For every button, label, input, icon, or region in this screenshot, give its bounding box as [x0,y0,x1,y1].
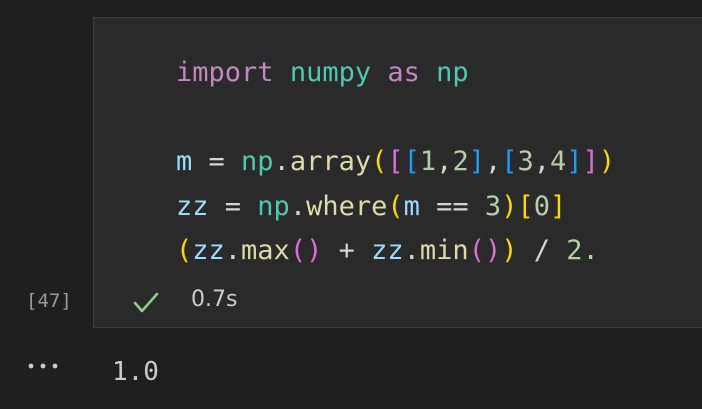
code-token: array [289,146,372,177]
code-token: where [306,190,388,222]
code-token: 0 [533,190,550,222]
code-token: . [403,235,420,266]
execution-duration: 0.7s [191,287,238,312]
code-token: zz [192,235,225,266]
code-line: m = np.array([[1,2],[3,4]]) [176,140,615,185]
code-token: . [273,146,290,177]
cell-output: 1.0 [112,357,159,387]
code-token: 4 [550,146,567,177]
code-token: ] [566,146,583,177]
code-token: 3 [484,190,502,222]
code-token: ] [582,146,599,177]
code-token: , [484,146,502,177]
code-token: [ [517,190,534,222]
code-token: ] [549,190,567,222]
ellipsis-icon[interactable] [26,360,62,372]
code-token: ) [501,235,518,266]
code-token: 2 [452,146,469,177]
code-token: ( [371,146,388,177]
code-token: ) [501,190,518,222]
code-line: (zz.max() + zz.min()) / 2. [176,229,615,274]
code-token: [ [387,146,404,177]
code-token: min [419,235,469,266]
code-token: 1 [419,146,437,177]
code-line: zz = np.where(m == 3)[0] [176,185,615,230]
execution-count: [47] [26,290,72,312]
code-token: ( [387,190,404,222]
code-token: , [533,146,551,177]
code-token: ] [468,146,485,177]
code-token: import [176,57,274,88]
code-token: np [257,190,290,222]
code-token: ( [176,235,193,266]
code-token: = [192,146,242,177]
code-token: [ [403,146,420,177]
code-cell[interactable]: import numpy as np m = np.array([[1,2],[3… [93,17,702,328]
code-token: zz [371,235,404,266]
code-token: == [419,190,485,222]
code-token: m [176,146,193,177]
code-token: , [436,146,453,177]
code-token: . [224,235,242,266]
code-token: = [208,190,258,222]
code-token: () [289,235,323,266]
code-token: 2. [566,235,599,266]
code-token: np [436,57,469,88]
code-token: () [468,235,502,266]
code-editor[interactable]: import numpy as np m = np.array([[1,2],[3… [176,51,615,274]
code-token: + [322,235,372,266]
code-token: as [387,57,420,88]
code-token: m [403,190,420,222]
code-token: 3 [517,146,534,177]
check-icon [133,292,159,313]
code-token: zz [176,190,209,222]
code-token: max [241,235,290,266]
code-token: . [289,190,307,222]
code-token: numpy [289,57,372,88]
code-token: np [241,146,274,177]
code-token: / [517,235,567,266]
code-token: [ [501,146,518,177]
code-line: import numpy as np [176,51,615,96]
code-token: ) [598,146,616,177]
